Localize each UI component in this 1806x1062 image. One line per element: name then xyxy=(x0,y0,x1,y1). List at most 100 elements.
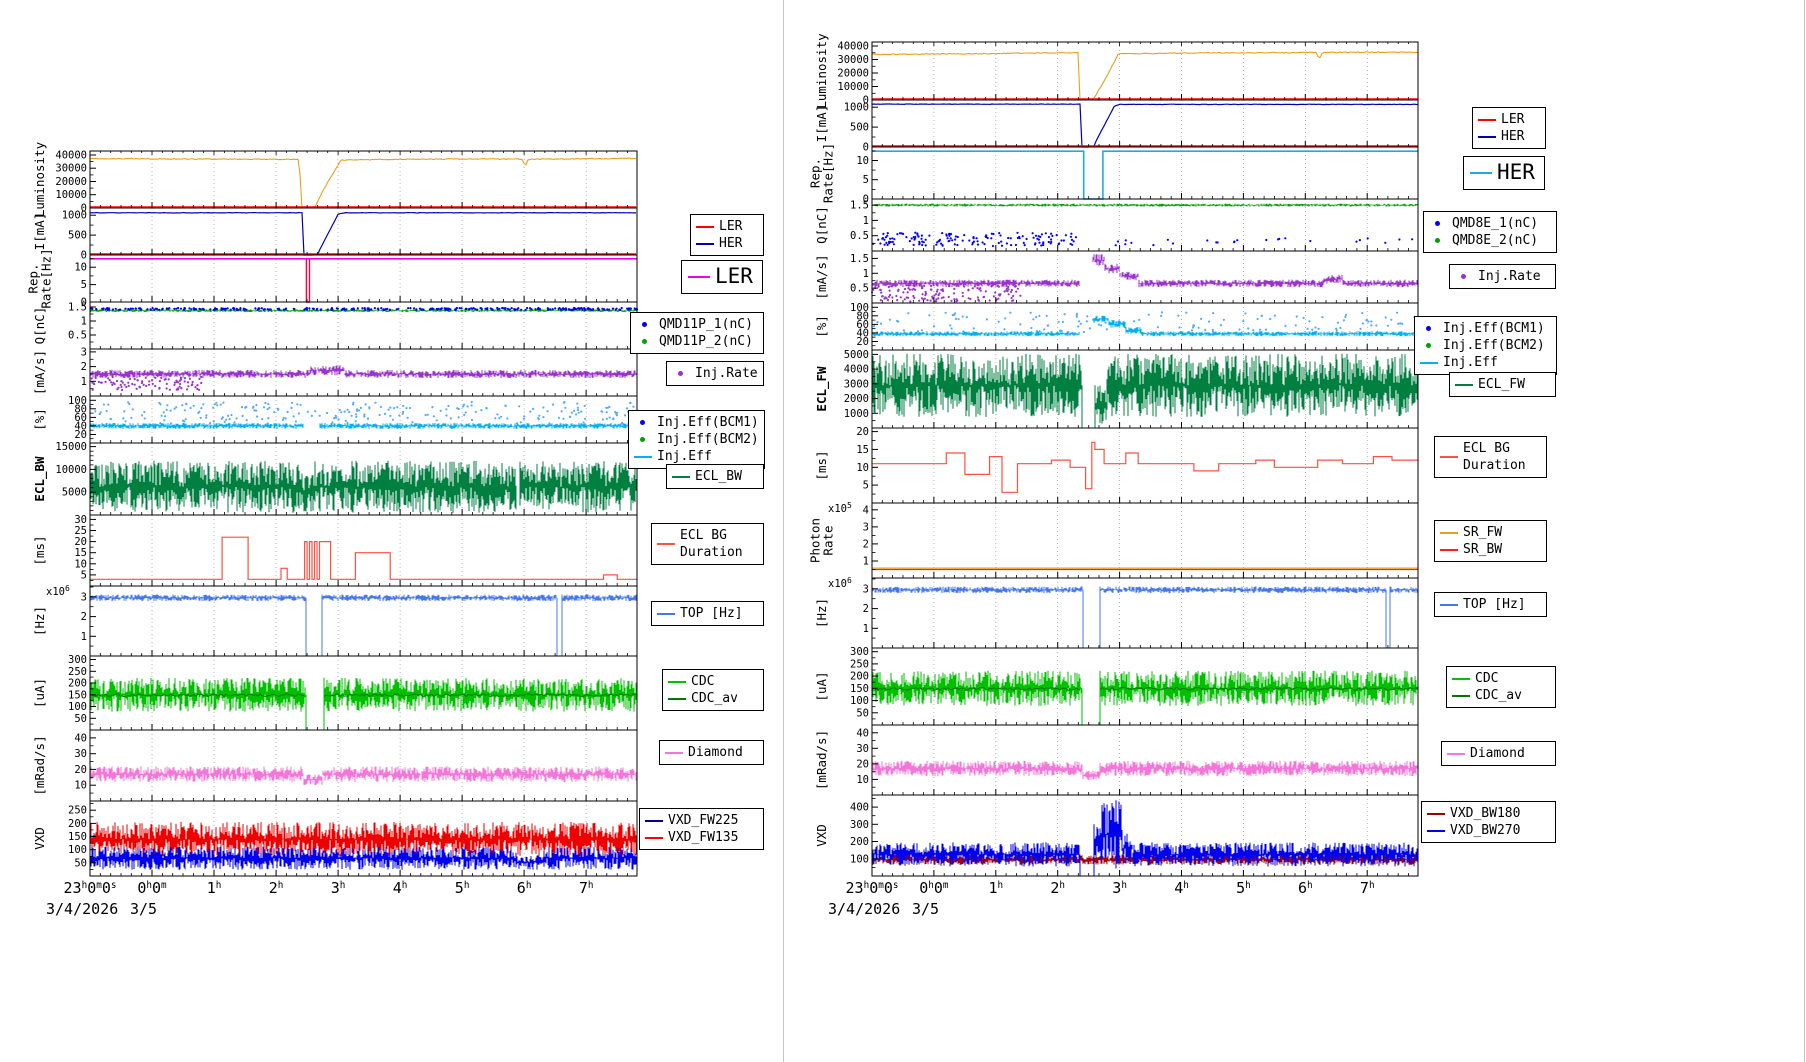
window-right-border xyxy=(1804,0,1805,1062)
y-axis-title: Luminosity xyxy=(814,33,829,109)
y-axis-title: [uA] xyxy=(814,671,829,701)
date-label-next: 3/5 xyxy=(912,900,939,918)
x-tick-label: 1h xyxy=(207,879,222,897)
y-tick-label: 2 xyxy=(81,361,87,373)
subplot-left-current: 05001000I[mA] xyxy=(32,208,637,262)
y-axis-title: ECL_BW xyxy=(32,456,48,502)
y-tick-label: 200 xyxy=(68,818,87,830)
series-inj-eff xyxy=(90,423,637,429)
subplot-right-ecl-bg: 5101520[ms] xyxy=(814,426,1418,503)
subplot-left-inj-eff: 20406080100[%] xyxy=(32,395,637,443)
y-tick-label: 100 xyxy=(850,302,869,314)
y-tick-label: 20 xyxy=(74,536,87,548)
y-tick-label: 50 xyxy=(74,857,87,869)
y-tick-label: 150 xyxy=(68,831,87,843)
y-tick-label: 150 xyxy=(68,689,87,701)
y-tick-label: 3 xyxy=(863,583,869,595)
x-axis-labels-left: 23h0m0s0h0m1h2h3h4h5h6h7h3/4/20263/5 xyxy=(46,879,593,918)
y-tick-label: 2 xyxy=(863,603,869,615)
series-inj-eff xyxy=(872,316,1418,337)
y-tick-label: 1 xyxy=(81,376,87,388)
y-tick-label: 5000 xyxy=(844,349,869,361)
y-axis-title: [Hz] xyxy=(814,598,829,628)
subplot-right-luminosity: 010000200003000040000Luminosity xyxy=(814,33,1418,109)
y-axis-title: [mRad/s] xyxy=(814,730,829,790)
series-ecl-bw xyxy=(90,461,637,513)
date-label-next: 3/5 xyxy=(130,900,157,918)
series-her-current xyxy=(90,213,636,255)
y-tick-label: 15 xyxy=(856,444,869,456)
y-tick-label: 30000 xyxy=(837,54,869,66)
subplot-right-inj-eff: 20406080100[%] xyxy=(814,302,1419,350)
x-tick-label: 7h xyxy=(579,879,594,897)
series-her-current xyxy=(872,104,1418,147)
x-axis-labels-right: 23h0m0s0h0m1h2h3h4h5h6h7h3/4/20263/5 xyxy=(828,879,1375,918)
y-tick-label: 15000 xyxy=(55,441,87,453)
y-axis-title: ECL_FW xyxy=(814,366,830,412)
y-tick-label: 100 xyxy=(68,701,87,713)
subplot-left-top: 123[Hz]x106 xyxy=(32,584,637,656)
y-tick-label: 100 xyxy=(850,853,869,865)
y-tick-label: 1.5 xyxy=(850,253,869,265)
series-rep-rate-her xyxy=(872,151,1418,199)
y-tick-label: 30000 xyxy=(55,163,87,175)
y-tick-label: 25 xyxy=(74,525,87,537)
y-tick-label: 30 xyxy=(74,748,87,760)
y-tick-label: 1000 xyxy=(844,102,869,114)
panel-divider xyxy=(783,0,784,1062)
y-tick-label: 40000 xyxy=(837,41,869,53)
y-tick-label: 10000 xyxy=(55,189,87,201)
y-tick-label: 100 xyxy=(68,844,87,856)
y-axis-title: Q[nC] xyxy=(814,206,829,244)
y-tick-label: 5 xyxy=(863,174,869,186)
series-cdc xyxy=(90,678,637,730)
y-tick-label: 30 xyxy=(74,514,87,526)
y-axis-title: [%] xyxy=(814,315,829,338)
y-tick-label: 5 xyxy=(863,480,869,492)
y-tick-label: 30 xyxy=(856,743,869,755)
y-axis-title: [Hz] xyxy=(32,606,47,636)
series-diamond xyxy=(90,766,637,785)
subplot-left-diamond: 10203040[mRad/s] xyxy=(32,730,637,801)
y-tick-label: 200 xyxy=(68,678,87,690)
x-tick-label: 4h xyxy=(393,879,408,897)
axis-scale-label: x106 xyxy=(46,584,70,598)
y-tick-label: 1 xyxy=(81,631,87,643)
y-tick-label: 5000 xyxy=(62,487,87,499)
subplot-right-inj-rate: 0.511.5[mA/s] xyxy=(814,251,1418,303)
subplot-right-current: 05001000I[mA] xyxy=(814,100,1418,154)
series-ecl-bg-duration xyxy=(872,442,1418,492)
y-axis-title: Rate[Hz] xyxy=(821,143,836,203)
subplot-left-vxd: 50100150200250VXD xyxy=(32,801,637,876)
y-tick-label: 1 xyxy=(863,215,869,227)
x-tick-label: 0h0m xyxy=(919,879,949,897)
y-tick-label: 20000 xyxy=(837,68,869,80)
y-tick-label: 10 xyxy=(856,774,869,786)
y-tick-label: 3 xyxy=(81,346,87,358)
series-diamond xyxy=(872,761,1418,780)
y-tick-label: 150 xyxy=(850,683,869,695)
series-luminosity xyxy=(872,52,1418,100)
y-tick-label: 5 xyxy=(81,279,87,291)
y-tick-label: 4 xyxy=(863,504,869,516)
series-luminosity xyxy=(90,158,636,208)
x-tick-label: 23h0m0s xyxy=(846,879,899,897)
y-axis-title: I[mA] xyxy=(32,213,47,251)
y-tick-label: 2000 xyxy=(844,393,869,405)
series-qmd11p-2 xyxy=(90,309,637,312)
y-tick-label: 4000 xyxy=(844,364,869,376)
y-tick-label: 10000 xyxy=(55,464,87,476)
y-tick-label: 1 xyxy=(81,316,87,328)
y-tick-label: 100 xyxy=(68,395,87,407)
date-label-start: 3/4/2026 xyxy=(828,900,900,918)
y-tick-label: 300 xyxy=(850,646,869,658)
series-inj-eff-bcm xyxy=(89,401,636,427)
series-cdc xyxy=(872,671,1418,725)
series-ecl-fw xyxy=(872,354,1418,428)
y-tick-label: 3000 xyxy=(844,378,869,390)
y-tick-label: 0.5 xyxy=(850,230,869,242)
subplot-left-ecl-bg: 51015202530[ms] xyxy=(32,514,637,586)
series-qmd8e-2 xyxy=(872,204,1418,207)
y-tick-label: 50 xyxy=(74,713,87,725)
y-tick-label: 1.5 xyxy=(68,302,87,314)
